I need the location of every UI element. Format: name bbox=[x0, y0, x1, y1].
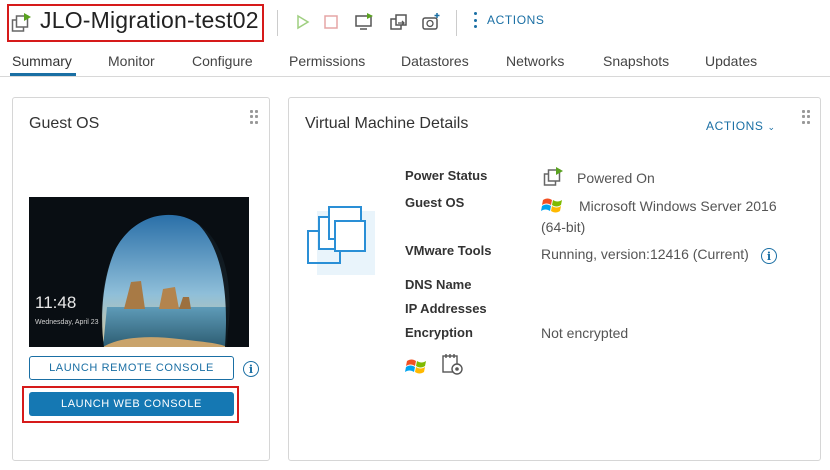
tab-bar: Summary Monitor Configure Permissions Da… bbox=[0, 50, 830, 77]
actions-menu-button[interactable]: ACTIONS bbox=[473, 12, 545, 28]
tab-snapshots[interactable]: Snapshots bbox=[603, 53, 669, 69]
vm-details-actions-label: ACTIONS bbox=[706, 119, 764, 133]
toolbar-separator bbox=[456, 10, 457, 36]
vmware-tools-value: Running, version:12416 (Current) bbox=[541, 246, 749, 262]
grip-icon[interactable] bbox=[250, 110, 258, 124]
info-icon[interactable]: i bbox=[243, 361, 259, 377]
kebab-icon bbox=[473, 12, 477, 28]
ip-addresses-label: IP Addresses bbox=[405, 301, 487, 316]
encryption-label: Encryption bbox=[405, 325, 473, 340]
launch-remote-console-button[interactable]: LAUNCH REMOTE CONSOLE bbox=[29, 356, 234, 380]
launch-web-console-button[interactable]: LAUNCH WEB CONSOLE bbox=[29, 392, 234, 416]
vmware-tools-label: VMware Tools bbox=[405, 243, 492, 258]
vmware-tools-icon bbox=[442, 354, 463, 375]
console-date: Wednesday, April 23 bbox=[35, 319, 99, 326]
vm-large-icon bbox=[307, 206, 375, 275]
power-status-value: Powered On bbox=[577, 170, 655, 186]
console-thumbnail[interactable]: 11:48 Wednesday, April 23 bbox=[29, 197, 249, 347]
chevron-down-icon: ⌄ bbox=[767, 122, 776, 132]
new-snapshot-icon[interactable] bbox=[421, 12, 441, 32]
tab-configure[interactable]: Configure bbox=[192, 53, 253, 69]
tab-datastores[interactable]: Datastores bbox=[401, 53, 469, 69]
info-icon[interactable]: i bbox=[761, 248, 777, 264]
migrate-icon[interactable] bbox=[389, 12, 409, 32]
tab-updates[interactable]: Updates bbox=[705, 53, 757, 69]
console-time: 11:48 bbox=[35, 293, 77, 312]
vm-details-title: Virtual Machine Details bbox=[305, 115, 469, 132]
power-on-status-icon bbox=[543, 167, 563, 186]
windows-logo-icon bbox=[541, 198, 562, 213]
dns-name-label: DNS Name bbox=[405, 277, 472, 292]
guest-os-value: Microsoft Windows Server 2016 bbox=[579, 198, 777, 214]
open-console-icon[interactable] bbox=[354, 12, 374, 32]
tab-summary[interactable]: Summary bbox=[12, 53, 72, 69]
grip-icon[interactable] bbox=[802, 110, 810, 124]
actions-label: ACTIONS bbox=[487, 13, 545, 27]
power-off-icon[interactable] bbox=[321, 12, 341, 32]
guest-os-label: Guest OS bbox=[405, 195, 465, 210]
tab-monitor[interactable]: Monitor bbox=[108, 53, 155, 69]
guest-os-value-bitness: (64-bit) bbox=[541, 219, 586, 235]
vm-icon bbox=[11, 13, 31, 32]
vm-title: JLO-Migration-test02 bbox=[40, 7, 259, 33]
power-status-label: Power Status bbox=[405, 168, 488, 183]
toolbar-separator bbox=[277, 10, 278, 36]
guest-os-title: Guest OS bbox=[29, 115, 100, 132]
tab-networks[interactable]: Networks bbox=[506, 53, 564, 69]
vm-details-actions-button[interactable]: ACTIONS ⌄ bbox=[706, 119, 776, 133]
vm-details-card bbox=[288, 97, 821, 461]
power-on-icon[interactable] bbox=[293, 12, 313, 32]
active-tab-indicator bbox=[10, 73, 76, 76]
tab-permissions[interactable]: Permissions bbox=[289, 53, 365, 69]
encryption-value: Not encrypted bbox=[541, 325, 629, 341]
windows-logo-icon bbox=[405, 359, 426, 374]
